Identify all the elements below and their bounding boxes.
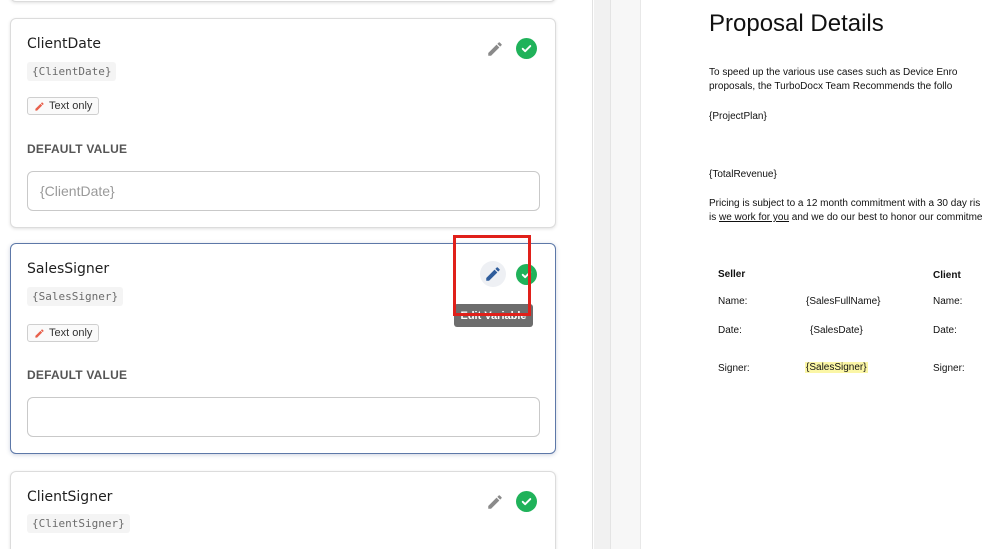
edit-variable-button[interactable] xyxy=(480,261,506,287)
project-plan-variable[interactable]: {ProjectPlan} xyxy=(709,110,767,124)
variables-panel: ClientDate {ClientDate} Text only DEFAUL… xyxy=(0,0,593,549)
pricing-text: is xyxy=(709,212,719,223)
variable-title: SalesSigner xyxy=(27,261,110,277)
seller-header: Seller xyxy=(718,269,746,280)
variable-title: ClientDate xyxy=(27,36,101,52)
pricing-paragraph-line: Pricing is subject to a 12 month commitm… xyxy=(709,198,981,209)
pricing-link[interactable]: we work for you xyxy=(719,212,789,223)
pricing-paragraph-line: is we work for you and we do our best to… xyxy=(709,211,982,225)
variable-token: {ClientSigner} xyxy=(27,514,130,533)
total-revenue-variable[interactable]: {TotalRevenue} xyxy=(709,168,777,182)
check-circle-icon xyxy=(521,45,532,53)
sales-date-variable[interactable]: {SalesDate} xyxy=(810,324,863,338)
variable-token: {SalesSigner} xyxy=(27,287,124,306)
intro-paragraph-line: To speed up the various use cases such a… xyxy=(709,67,958,78)
client-header: Client xyxy=(933,270,961,281)
check-circle-icon xyxy=(521,498,532,506)
pencil-icon xyxy=(35,101,44,111)
client-date-label: Date: xyxy=(933,325,957,336)
intro-paragraph-line: proposals, the TurboDocx Team Recommends… xyxy=(709,81,953,92)
document-preview: Proposal Details To speed up the various… xyxy=(641,0,983,549)
sales-signer-highlight: {SalesSigner} xyxy=(805,362,868,373)
pencil-icon xyxy=(488,495,502,509)
default-value-label: DEFAULT VALUE xyxy=(27,368,128,382)
edit-variable-tooltip: Edit Variable xyxy=(454,304,533,327)
confirm-variable-button[interactable] xyxy=(516,491,537,512)
document-margin xyxy=(610,0,641,549)
confirm-variable-button[interactable] xyxy=(516,264,537,285)
client-signer-label: Signer: xyxy=(933,363,965,374)
pencil-icon xyxy=(488,42,502,56)
client-name-label: Name: xyxy=(933,296,963,307)
sales-signer-variable[interactable]: {SalesSigner} xyxy=(805,361,868,375)
seller-signer-label: Signer: xyxy=(718,363,750,374)
edit-variable-button[interactable] xyxy=(482,36,508,62)
check-circle-icon xyxy=(521,271,532,279)
variable-card-salessigner[interactable]: SalesSigner {SalesSigner} Text only DEFA… xyxy=(10,243,556,454)
confirm-variable-button[interactable] xyxy=(516,38,537,59)
seller-date-label: Date: xyxy=(718,325,742,336)
seller-name-label: Name: xyxy=(718,296,748,307)
text-only-tag: Text only xyxy=(27,97,100,115)
tag-label: Text only xyxy=(49,100,93,112)
default-value-input[interactable] xyxy=(27,397,540,437)
default-value-label: DEFAULT VALUE xyxy=(27,142,128,156)
tag-label: Text only xyxy=(49,327,93,339)
default-value-input[interactable] xyxy=(27,171,540,211)
variable-card-previous xyxy=(10,0,556,2)
pencil-icon xyxy=(486,267,500,281)
variable-title: ClientSigner xyxy=(27,489,113,505)
text-only-tag: Text only xyxy=(27,324,100,342)
pencil-icon xyxy=(35,328,44,338)
sales-full-name-variable[interactable]: {SalesFullName} xyxy=(806,295,880,309)
panel-divider xyxy=(594,0,610,549)
edit-variable-button[interactable] xyxy=(482,489,508,515)
variable-token: {ClientDate} xyxy=(27,62,117,81)
document-heading: Proposal Details xyxy=(709,10,884,37)
pricing-text: and we do our best to honor our commitme xyxy=(789,212,983,223)
variable-card-clientsigner[interactable]: ClientSigner {ClientSigner} xyxy=(10,471,556,549)
variable-card-clientdate[interactable]: ClientDate {ClientDate} Text only DEFAUL… xyxy=(10,18,556,228)
